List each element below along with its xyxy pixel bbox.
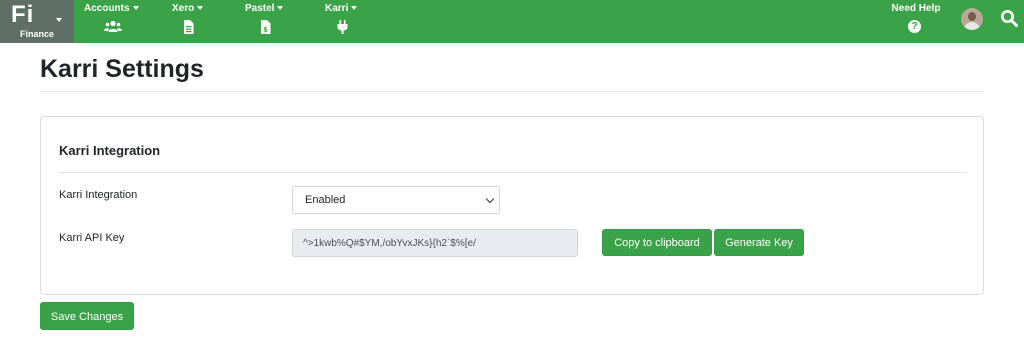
search-icon[interactable] [1000,9,1018,27]
nav-item-label: Pastel [245,3,275,14]
svg-text:$: $ [263,26,268,34]
nav-item-xero[interactable]: Xero [172,3,206,39]
generate-key-button[interactable]: Generate Key [714,229,804,256]
avatar[interactable] [961,8,983,30]
karri-integration-select[interactable]: Enabled [292,186,500,214]
avatar-head [968,12,976,21]
chevron-down-icon [197,6,204,11]
need-help-button[interactable]: Need Help ? [888,3,944,33]
card-title: Karri Integration [59,143,161,158]
karri-integration-card: Karri Integration Karri Integration Enab… [40,116,984,295]
card-divider [59,172,967,173]
karri-api-key-field[interactable]: ^>1kwb%Q#$YM,/obYvxJKs}{h2`$%[e/ [292,229,578,257]
chevron-down-icon [132,6,139,11]
document-icon [184,20,194,34]
brand-menu[interactable]: Fi Finance [0,0,74,43]
nav-item-label: Xero [172,3,195,14]
nav-item-pastel[interactable]: Pastel $ [245,3,287,39]
chevron-down-icon [351,6,358,11]
chevron-down-icon [56,18,62,22]
page-title: Karri Settings [40,55,204,83]
nav-item-label: Accounts [84,3,130,14]
top-navbar: Fi Finance Accounts Xero Pastel $ Karri [0,0,1024,43]
users-icon [104,20,122,32]
nav-item-karri[interactable]: Karri [325,3,361,39]
copy-to-clipboard-button[interactable]: Copy to clipboard [602,229,712,256]
select-value: Enabled [305,194,346,206]
nav-item-label: Karri [325,3,349,14]
save-changes-button[interactable]: Save Changes [40,302,134,330]
karri-integration-label: Karri Integration [59,189,138,201]
chevron-down-icon [485,194,495,204]
avatar-body [964,22,980,30]
brand-logo: Fi [11,1,35,28]
invoice-icon: $ [261,20,271,34]
karri-api-key-label: Karri API Key [59,232,125,244]
plug-icon [337,20,348,34]
title-divider [40,91,984,92]
brand-subtitle: Finance [19,29,54,39]
question-circle-icon: ? [908,20,921,33]
need-help-label: Need Help [891,3,941,14]
chevron-down-icon [277,6,284,11]
nav-item-accounts[interactable]: Accounts [84,3,142,39]
